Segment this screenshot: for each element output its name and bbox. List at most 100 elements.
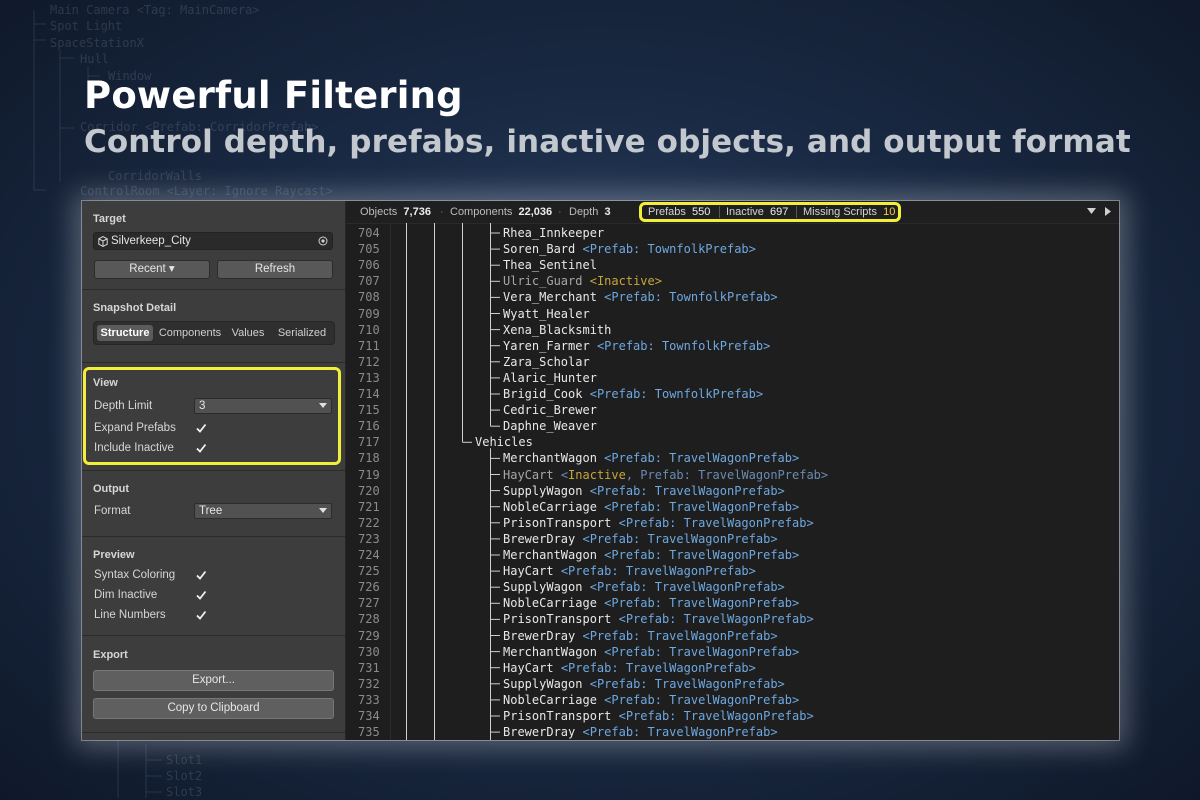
section-divider — [82, 635, 345, 636]
depth-stat: Depth 3 — [569, 206, 611, 218]
tree-row: 730 MerchantWagon <Prefab: TravelWagonPre… — [346, 644, 1119, 660]
line-number: 729 — [358, 628, 380, 643]
section-divider — [82, 470, 345, 471]
tab-serialized[interactable]: Serialized — [272, 325, 332, 341]
line-number: 734 — [358, 709, 380, 723]
tree-row: 713 Alaric_Hunter — [346, 370, 1119, 386]
section-divider — [82, 289, 345, 290]
bg-tree-line: Slot2 — [166, 769, 203, 783]
object-picker-icon[interactable] — [318, 236, 328, 246]
object-name: Soren_Bard — [503, 242, 576, 257]
object-name: NobleCarriage — [503, 499, 597, 514]
tree-row: 711 Yaren_Farmer <Prefab: TownfolkPrefab> — [346, 338, 1119, 354]
object-name: PrisonTransport — [503, 709, 612, 723]
tree-row: 712 Zara_Scholar — [346, 354, 1119, 370]
object-name: Vera_Merchant — [503, 290, 597, 305]
object-name: NobleCarriage — [503, 692, 597, 707]
tree-node: Wyatt_Healer — [503, 306, 590, 322]
components-label: Components — [450, 206, 513, 218]
missing-scripts-badge: Missing Scripts 10 — [803, 206, 895, 218]
object-name: PrisonTransport — [503, 612, 612, 627]
object-tag: <Prefab: TravelWagonPrefab> — [589, 676, 785, 691]
format-dropdown[interactable]: Tree — [194, 503, 332, 519]
object-tag: <Inactive, Prefab: TravelWagonPrefab> — [560, 467, 829, 482]
object-name: SupplyWagon — [503, 676, 583, 691]
section-divider — [82, 536, 345, 537]
bg-tree-line: Main Camera <Tag: MainCamera> — [50, 3, 260, 17]
badge-separator — [719, 206, 720, 218]
tree-node: Daphne_Weaver — [503, 418, 597, 434]
object-tag: <Prefab: TravelWagonPrefab> — [604, 451, 800, 466]
object-name: SupplyWagon — [503, 483, 583, 498]
prefabs-badge: Prefabs 550 — [648, 206, 710, 218]
tab-structure[interactable]: Structure — [97, 325, 153, 341]
target-object-field[interactable]: Silverkeep_City — [93, 232, 333, 250]
tree-row: 734 PrisonTransport <Prefab: TravelWagonP… — [346, 708, 1119, 724]
tree-node: NobleCarriage <Prefab: TravelWagonPrefab… — [503, 595, 799, 611]
tab-components[interactable]: Components — [156, 325, 224, 341]
snapshot-detail-tabs: Structure Components Values Serialized — [93, 321, 335, 345]
tree-preview: Objects 7,736 · Components 22,036 · Dept… — [346, 201, 1119, 740]
bg-tree-line: Spot Light — [50, 19, 123, 33]
collapse-down-icon[interactable] — [1087, 208, 1096, 215]
tree-row: 727 NobleCarriage <Prefab: TravelWagonPre… — [346, 595, 1119, 611]
inactive-badge: Inactive 697 — [726, 206, 788, 218]
tree-node: Brigid_Cook <Prefab: TownfolkPrefab> — [503, 386, 763, 402]
recent-button[interactable]: Recent ▾ — [94, 260, 210, 279]
tree-node: MerchantWagon <Prefab: TravelWagonPrefab… — [503, 450, 799, 466]
line-number: 707 — [358, 274, 380, 289]
object-name: Daphne_Weaver — [503, 419, 597, 434]
snapshot-section-title: Snapshot Detail — [93, 302, 177, 314]
tree-node: Zara_Scholar — [503, 354, 590, 370]
syntax-coloring-checkbox[interactable] — [194, 568, 208, 582]
tree-node: PrisonTransport <Prefab: TravelWagonPref… — [503, 708, 814, 724]
line-number: 708 — [358, 290, 380, 305]
tree-node: HayCart <Prefab: TravelWagonPrefab> — [503, 563, 756, 579]
line-number: 730 — [358, 644, 380, 659]
dim-inactive-checkbox[interactable] — [194, 588, 208, 602]
bg-tree-line: Slot3 — [166, 785, 203, 799]
line-number: 710 — [358, 322, 380, 337]
tree-node: NobleCarriage <Prefab: TravelWagonPrefab… — [503, 499, 799, 515]
tree-node: PrisonTransport <Prefab: TravelWagonPref… — [503, 611, 814, 627]
line-number: 723 — [358, 531, 380, 546]
line-number: 731 — [358, 660, 380, 675]
cube-icon — [98, 236, 108, 247]
syntax-coloring-label: Syntax Coloring — [94, 569, 176, 581]
copy-to-clipboard-button[interactable]: Copy to Clipboard — [93, 698, 334, 719]
dim-inactive-label: Dim Inactive — [94, 589, 158, 601]
line-number: 706 — [358, 258, 380, 273]
export-section-title: Export — [93, 649, 128, 661]
hero-subtitle: Control depth, prefabs, inactive objects… — [84, 124, 1131, 160]
tree-node: MerchantWagon <Prefab: TravelWagonPrefab… — [503, 547, 799, 563]
prefabs-count: 550 — [692, 206, 711, 218]
object-tag: <Prefab: TravelWagonPrefab> — [604, 548, 800, 562]
separator-dot: · — [440, 206, 444, 218]
tab-values[interactable]: Values — [227, 325, 269, 341]
object-tag: <Prefab: TravelWagonPrefab> — [604, 499, 800, 514]
expand-right-icon[interactable] — [1105, 207, 1112, 216]
inactive-label: Inactive — [726, 206, 764, 218]
line-number: 727 — [358, 596, 380, 611]
refresh-button[interactable]: Refresh — [217, 260, 333, 279]
target-section-title: Target — [93, 213, 126, 225]
line-numbers-checkbox[interactable] — [194, 608, 208, 622]
object-name: Alaric_Hunter — [503, 370, 597, 385]
tree-node: Alaric_Hunter — [503, 370, 597, 386]
tree-row: 719 HayCart <Inactive, Prefab: TravelWago… — [346, 467, 1119, 483]
line-number: 714 — [358, 387, 380, 401]
missing-scripts-label: Missing Scripts — [803, 206, 877, 218]
object-name: SupplyWagon — [503, 580, 583, 595]
object-name: NobleCarriage — [503, 596, 597, 611]
tree-node: SupplyWagon <Prefab: TravelWagonPrefab> — [503, 579, 785, 595]
tree-node: BrewerDray <Prefab: TravelWagonPrefab> — [503, 628, 778, 644]
depth-label: Depth — [569, 206, 599, 218]
object-name: HayCart — [503, 564, 554, 579]
editor-window: Target Silverkeep_City Recent ▾ Refresh … — [82, 201, 1119, 740]
tree-row: 728 PrisonTransport <Prefab: TravelWagonP… — [346, 611, 1119, 627]
object-tag: <Prefab: TravelWagonPrefab> — [582, 628, 778, 643]
export-button[interactable]: Export... — [93, 670, 334, 691]
object-tag: <Prefab: TravelWagonPrefab> — [589, 580, 785, 595]
bg-tree-line: Slot1 — [166, 753, 203, 767]
tree-node: Rhea_Innkeeper — [503, 225, 604, 241]
